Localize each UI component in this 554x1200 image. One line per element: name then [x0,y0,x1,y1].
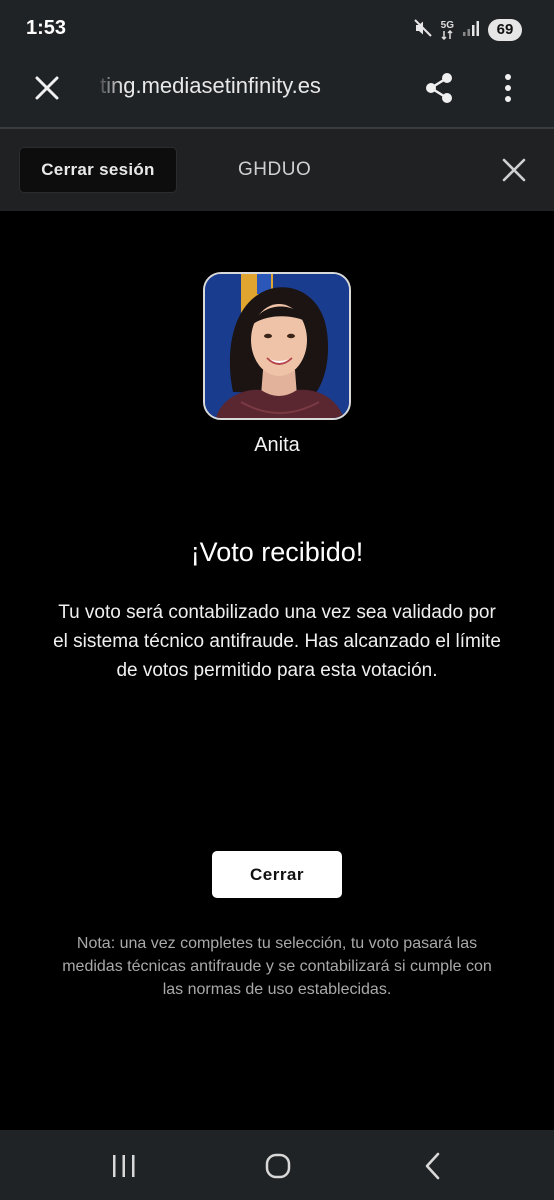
candidate-name: Anita [254,434,300,456]
close-button[interactable]: Cerrar [212,851,342,898]
url-text[interactable]: ting.mediasetinfinity.es [100,73,400,99]
footnote: Nota: una vez completes tu selección, tu… [62,935,492,998]
recents-icon[interactable] [110,1153,138,1179]
share-icon[interactable] [424,72,454,104]
more-vert-icon[interactable] [498,72,518,104]
battery-icon: 69 [488,19,522,41]
home-icon[interactable] [264,1152,292,1180]
network-label: 5G [440,19,454,31]
close-icon[interactable] [34,75,60,101]
candidate-photo [203,272,351,420]
browser-bar: ting.mediasetinfinity.es [0,58,554,128]
status-time: 1:53 [26,17,67,39]
back-icon[interactable] [422,1151,444,1181]
vote-received-title: ¡Voto recibido! [190,537,364,567]
status-bar: 1:53 5G 69 [0,0,554,58]
status-icons: 5G 69 [413,18,522,42]
close-icon[interactable] [500,156,528,184]
mute-icon [413,18,433,43]
screen: 1:53 5G 69 ting.mediasetinfinity.es Cerr… [0,0,554,1200]
navigation-bar [0,1130,554,1200]
logout-button[interactable]: Cerrar sesión [19,147,177,193]
voting-code: GHDUO [238,159,312,180]
vote-message: Tu voto será contabilizado una vez sea v… [53,602,501,681]
page-header: Cerrar sesión GHDUO [0,129,554,211]
network-icon: 5G [440,19,454,40]
signal-icon [462,19,480,42]
